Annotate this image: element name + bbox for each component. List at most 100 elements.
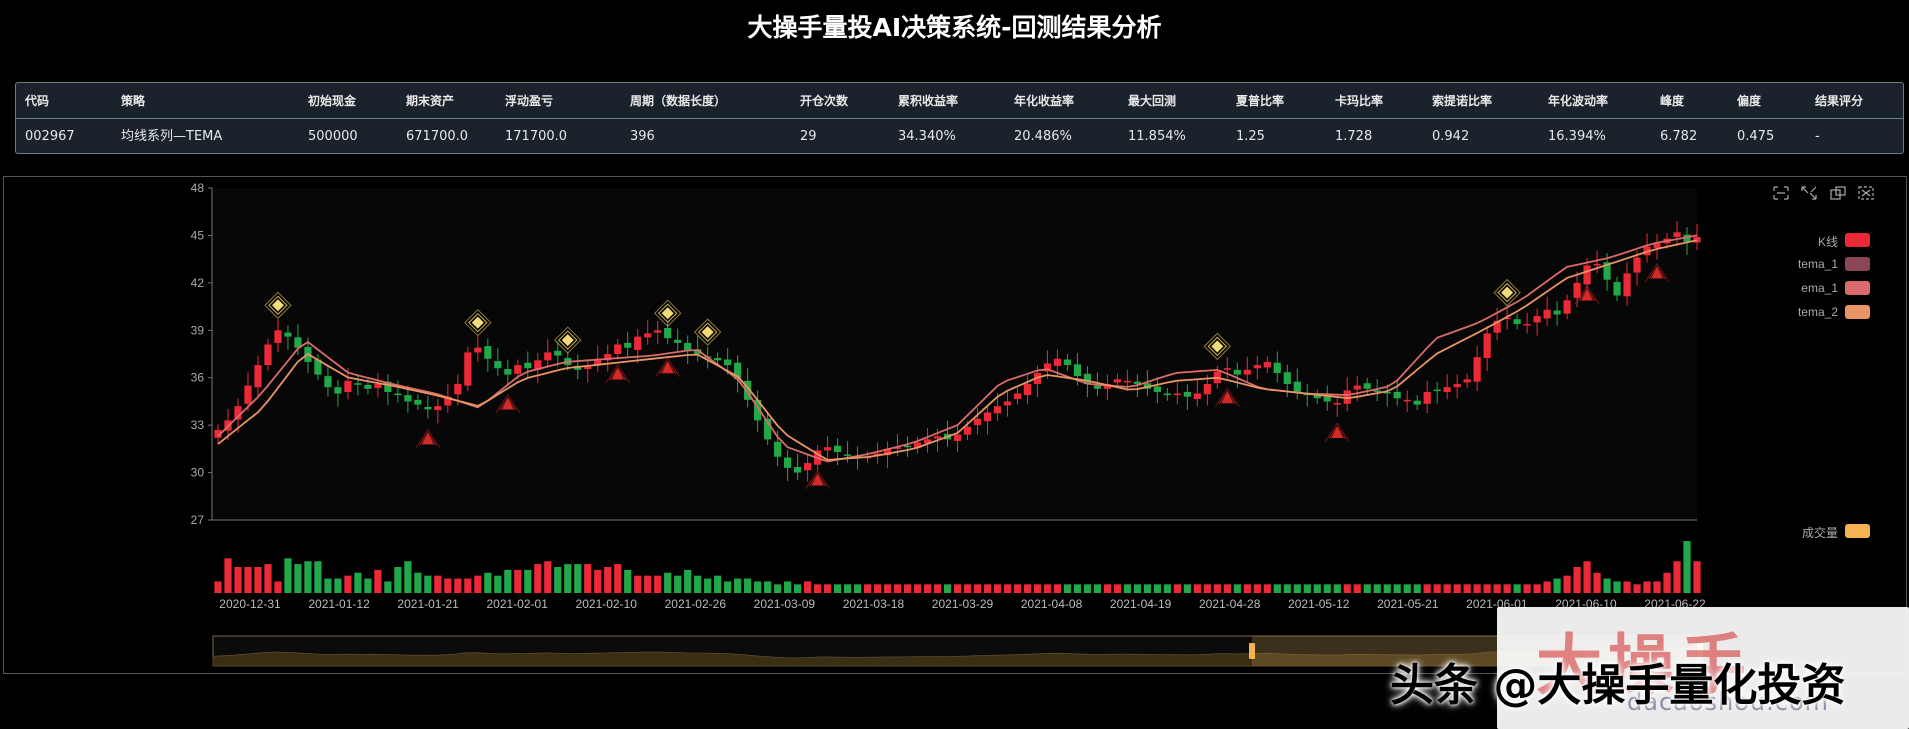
volume-bar	[933, 584, 942, 593]
legend-item[interactable]: ema_1	[1740, 281, 1870, 295]
candle-body	[1363, 383, 1371, 389]
volume-bar	[704, 578, 712, 593]
x-date-label: 2021-04-28	[1199, 597, 1261, 611]
volume-bar	[1303, 584, 1311, 593]
stats-header-cell: 偏度	[1737, 94, 1762, 108]
legend-item[interactable]: K线	[1740, 233, 1870, 249]
y-tick-label: 30	[191, 466, 205, 480]
candle-body	[264, 344, 272, 366]
candle-body	[634, 336, 642, 351]
candle-body	[1153, 386, 1161, 392]
volume-bar	[1543, 581, 1551, 593]
data-view-icon[interactable]	[1830, 186, 1846, 200]
volume-bar	[674, 575, 682, 593]
volume-bar	[424, 575, 432, 593]
datazoom-handle[interactable]	[1249, 643, 1255, 659]
volume-bar	[634, 575, 642, 593]
volume-bar	[1663, 572, 1671, 593]
candle-body	[1623, 273, 1631, 297]
restore-icon[interactable]	[1858, 186, 1874, 200]
candle-body	[1613, 282, 1621, 296]
zoom-reset-icon[interactable]	[1801, 186, 1818, 200]
candle-body	[1513, 319, 1521, 324]
volume-bar	[1613, 581, 1621, 593]
stats-header-cell: 年化波动率	[1548, 94, 1609, 108]
candle-body	[1353, 385, 1361, 390]
y-tick-label: 48	[191, 181, 205, 195]
volume-bar	[354, 572, 362, 593]
volume-bar	[544, 561, 552, 593]
candle-body	[1393, 391, 1401, 399]
candle-body	[364, 384, 372, 389]
stats-value-cell: -	[1815, 129, 1820, 144]
candle-body	[514, 365, 522, 374]
candle-body	[454, 384, 462, 395]
volume-bar	[863, 584, 872, 593]
volume-bar	[1293, 584, 1301, 593]
volume-bar	[1313, 584, 1321, 593]
stats-header-row: 代码 策略 初始现金 期末资产 浮动盈亏 周期（数据长度） 开仓次数 累积收益率 年化收益率 最大…	[16, 83, 1903, 119]
volume-bar	[1653, 581, 1661, 593]
volume-bar	[1193, 584, 1201, 593]
volume-bar	[1453, 584, 1461, 593]
volume-bar	[724, 581, 732, 593]
candle-body	[1403, 399, 1411, 402]
stats-value-cell: 34.340%	[898, 129, 956, 144]
zoom-icon[interactable]	[1773, 186, 1789, 200]
candle-body	[933, 436, 942, 439]
candle-body	[1423, 391, 1431, 404]
x-date-label: 2021-03-29	[932, 597, 994, 611]
candle-body	[1273, 362, 1281, 373]
y-tick-label: 27	[191, 513, 205, 527]
page-title: 大操手量投AI决策系统-回测结果分析	[747, 13, 1162, 42]
volume-bar	[464, 578, 472, 593]
volume-bar	[744, 578, 752, 593]
x-date-label: 2021-03-18	[843, 597, 905, 611]
legend-swatch	[1845, 257, 1870, 271]
candle-body	[843, 454, 852, 456]
candle-body	[1673, 232, 1681, 238]
volume-bar	[813, 584, 822, 593]
stats-header-cell: 年化收益率	[1014, 94, 1075, 108]
candle-body	[1433, 389, 1441, 392]
volume-bar	[774, 584, 782, 593]
legend-item[interactable]: 成交量	[1740, 524, 1870, 540]
volume-bar	[1283, 584, 1291, 593]
legend-label: 成交量	[1801, 526, 1838, 540]
volume-bar	[444, 578, 452, 593]
candle-body	[354, 383, 362, 385]
volume-bar	[953, 584, 962, 593]
candle-body	[524, 362, 532, 369]
volume-bar	[324, 578, 332, 593]
volume-bar	[604, 567, 612, 593]
candle-body	[1473, 357, 1481, 382]
x-date-label: 2021-02-01	[486, 597, 548, 611]
chart-toolbox	[1773, 186, 1882, 205]
volume-bar	[364, 578, 372, 593]
volume-bar	[903, 584, 912, 593]
stats-header-cell: 峰度	[1660, 94, 1685, 108]
volume-bar	[244, 567, 252, 593]
volume-bar	[1553, 578, 1561, 593]
plot-area	[212, 188, 1697, 520]
volume-bar	[1183, 584, 1191, 593]
volume-bar	[1033, 584, 1042, 593]
legend-item[interactable]: tema_2	[1740, 305, 1870, 319]
volume-bar	[1683, 541, 1691, 593]
volume-bar	[853, 584, 862, 593]
candle-body	[1463, 379, 1471, 383]
volume-bar	[1123, 584, 1131, 593]
candle-body	[1563, 300, 1571, 314]
candle-body	[434, 406, 442, 411]
candle-body	[1553, 310, 1561, 315]
candle-body	[1123, 380, 1131, 383]
y-tick-label: 45	[191, 228, 205, 242]
stats-value-cell: 1.25	[1236, 129, 1265, 144]
candle-body	[1293, 381, 1301, 392]
candle-body	[1063, 359, 1072, 366]
volume-bar	[1503, 584, 1511, 593]
volume-bar	[754, 581, 762, 593]
volume-bar	[1273, 584, 1281, 593]
legend-item[interactable]: tema_1	[1740, 257, 1870, 271]
volume-bar	[714, 575, 722, 593]
